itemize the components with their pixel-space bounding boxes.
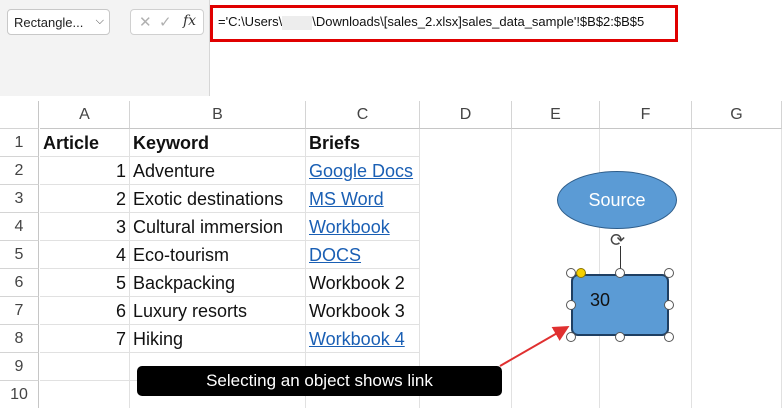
resize-handle-top-right[interactable]: [664, 268, 674, 278]
formula-text-highlight[interactable]: ='C:\Users\ \Downloads\[sales_2.xlsx]sale…: [210, 5, 678, 42]
resize-handle-bottom[interactable]: [615, 332, 625, 342]
formula-prefix: ='C:\Users\: [218, 14, 283, 29]
column-header-c[interactable]: C: [306, 101, 420, 129]
adjust-handle[interactable]: [576, 268, 586, 278]
select-all-corner[interactable]: [0, 101, 39, 129]
cell-c5-link[interactable]: DOCS: [306, 241, 420, 269]
cancel-icon[interactable]: ✕: [139, 13, 152, 31]
cell-c3-link[interactable]: MS Word: [306, 185, 420, 213]
resize-handle-bottom-left[interactable]: [566, 332, 576, 342]
cell-b5[interactable]: Eco-tourism: [130, 241, 306, 269]
formula-suffix: \Downloads\[sales_2.xlsx]sales_data_samp…: [312, 14, 645, 29]
redacted-username: [282, 15, 313, 30]
row-header-1[interactable]: 1: [0, 129, 39, 157]
cell-b8[interactable]: Hiking: [130, 325, 306, 353]
column-g-area[interactable]: [692, 129, 782, 408]
cell-a5[interactable]: 4: [40, 241, 130, 269]
column-header-g[interactable]: G: [692, 101, 782, 129]
cell-b1[interactable]: Keyword: [130, 129, 306, 157]
cell-c1[interactable]: Briefs: [306, 129, 420, 157]
cell-a2[interactable]: 1: [40, 157, 130, 185]
name-box[interactable]: Rectangle... ⌵: [7, 9, 110, 35]
row-header-9[interactable]: 9: [0, 353, 39, 381]
cell-a1[interactable]: Article: [40, 129, 130, 157]
column-header-f[interactable]: F: [600, 101, 692, 129]
cell-c2-link[interactable]: Google Docs: [306, 157, 420, 185]
rectangle-value: 30: [590, 290, 611, 310]
insert-function-icon[interactable]: fx: [183, 13, 196, 29]
cell-c4-link[interactable]: Workbook: [306, 213, 420, 241]
column-header-a[interactable]: A: [40, 101, 130, 129]
column-header-d[interactable]: D: [420, 101, 512, 129]
cell-a9[interactable]: [40, 353, 130, 381]
resize-handle-top[interactable]: [615, 268, 625, 278]
resize-handle-left[interactable]: [566, 300, 576, 310]
column-header-e[interactable]: E: [512, 101, 600, 129]
cell-a6[interactable]: 5: [40, 269, 130, 297]
cell-b3[interactable]: Exotic destinations: [130, 185, 306, 213]
cell-b6[interactable]: Backpacking: [130, 269, 306, 297]
row-header-2[interactable]: 2: [0, 157, 39, 185]
source-ellipse-shape[interactable]: Source: [557, 171, 677, 229]
cell-a3[interactable]: 2: [40, 185, 130, 213]
row-header-6[interactable]: 6: [0, 269, 39, 297]
row-header-4[interactable]: 4: [0, 213, 39, 241]
row-header-3[interactable]: 3: [0, 185, 39, 213]
selected-rectangle-shape[interactable]: 30: [571, 274, 669, 336]
cell-b2[interactable]: Adventure: [130, 157, 306, 185]
cell-b7[interactable]: Luxury resorts: [130, 297, 306, 325]
row-header-5[interactable]: 5: [0, 241, 39, 269]
row-header-8[interactable]: 8: [0, 325, 39, 353]
cell-a7[interactable]: 6: [40, 297, 130, 325]
resize-handle-bottom-right[interactable]: [664, 332, 674, 342]
name-box-value: Rectangle...: [14, 15, 84, 30]
rotate-handle-icon[interactable]: ⟳: [610, 230, 625, 251]
resize-handle-right[interactable]: [664, 300, 674, 310]
cell-a8[interactable]: 7: [40, 325, 130, 353]
row-header-10[interactable]: 10: [0, 381, 39, 408]
cell-b4[interactable]: Cultural immersion: [130, 213, 306, 241]
cell-c6[interactable]: Workbook 2: [306, 269, 420, 297]
row-header-7[interactable]: 7: [0, 297, 39, 325]
formula-tools: ✕ ✓ fx: [130, 9, 204, 35]
column-e-area[interactable]: [512, 129, 600, 408]
cell-a4[interactable]: 3: [40, 213, 130, 241]
resize-handle-top-left[interactable]: [566, 268, 576, 278]
cell-c7[interactable]: Workbook 3: [306, 297, 420, 325]
cell-a10[interactable]: [40, 381, 130, 408]
annotation-caption: Selecting an object shows link: [137, 366, 502, 396]
enter-icon[interactable]: ✓: [159, 13, 172, 31]
chevron-down-icon[interactable]: ⌵: [96, 15, 104, 28]
cell-c8-link[interactable]: Workbook 4: [306, 325, 420, 353]
column-header-b[interactable]: B: [130, 101, 306, 129]
